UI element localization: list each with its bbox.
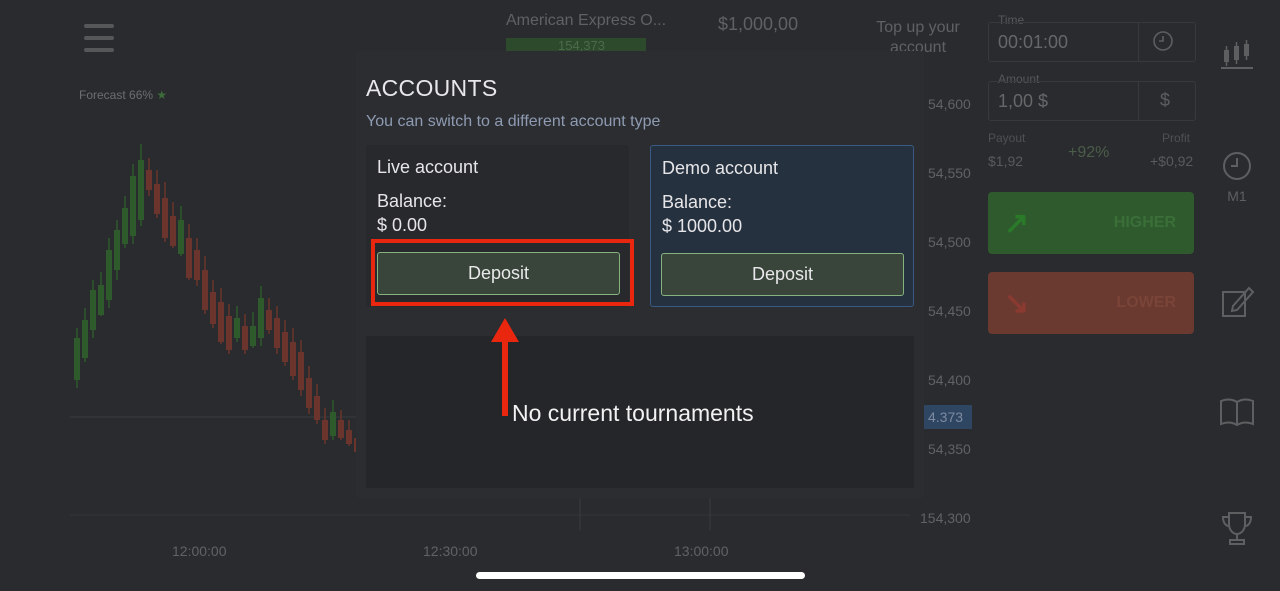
balance-display[interactable]: $1,000,00	[718, 14, 798, 35]
higher-label: HIGHER	[1113, 214, 1176, 231]
candle-body	[322, 420, 328, 440]
candle-body	[154, 184, 160, 214]
candle-body	[250, 326, 256, 346]
modal-title: ACCOUNTS	[366, 75, 498, 101]
profit-value: +$0,92	[1150, 153, 1194, 169]
candle-body	[98, 285, 104, 315]
tournaments-panel: No current tournaments	[366, 336, 914, 488]
candle-body	[346, 430, 352, 444]
higher-button[interactable]: ↗ HIGHER	[988, 192, 1194, 254]
candle-body	[282, 332, 288, 362]
payout-value: $1,92	[988, 153, 1024, 169]
candle-body	[138, 160, 144, 220]
forecast-indicator: Forecast 66% ★	[79, 88, 168, 102]
time-tick-label: 12:00:00	[172, 543, 227, 559]
edit-icon[interactable]	[1217, 284, 1257, 325]
price-tick-label: 54,400	[928, 372, 971, 388]
highlight-box	[371, 239, 634, 306]
candle-body	[210, 292, 216, 324]
candle-body	[306, 378, 312, 408]
home-indicator[interactable]	[476, 572, 805, 579]
lower-label: LOWER	[1116, 294, 1176, 311]
candle-body	[290, 342, 296, 376]
candle-body	[114, 230, 120, 270]
price-tick-label: 54,550	[928, 165, 971, 181]
price-tick-label: 54,350	[928, 441, 971, 457]
asset-name[interactable]: American Express O...	[506, 12, 666, 30]
price-tick-label: 54,600	[928, 96, 971, 112]
candle-body	[122, 208, 128, 244]
payout-percent: +92%	[1068, 144, 1110, 161]
time-tick-label: 12:30:00	[423, 543, 478, 559]
candlestick-icon[interactable]	[1217, 40, 1257, 75]
field-divider	[1138, 22, 1139, 62]
candle-body	[186, 238, 192, 278]
demo-deposit-button[interactable]: Deposit	[661, 253, 904, 296]
candle-body	[82, 320, 88, 358]
price-tick-label: 54,450	[928, 303, 971, 319]
arrow-up-right-icon: ↗	[1004, 207, 1030, 240]
payout-label: Payout	[988, 131, 1026, 145]
menu-icon[interactable]	[84, 24, 114, 52]
lower-button[interactable]: ↘ LOWER	[988, 272, 1194, 334]
candle-body	[146, 170, 152, 190]
candles-group	[74, 144, 360, 454]
candle-body	[234, 318, 240, 338]
asset-change-badge: 154,373	[506, 38, 646, 52]
candle-body	[202, 270, 208, 310]
account-name: Live account	[377, 157, 479, 177]
candle-body	[170, 216, 176, 246]
time-tick-label: 13:00:00	[674, 543, 729, 559]
field-divider	[1138, 81, 1139, 121]
timeframe-clock-icon[interactable]	[1217, 150, 1257, 187]
balance-value: $ 1000.00	[662, 216, 743, 236]
demo-account-card[interactable]: Demo account Balance: $ 1000.00 Deposit	[650, 145, 914, 307]
account-name: Demo account	[662, 158, 779, 178]
balance-label: Balance:	[377, 191, 448, 211]
candle-body	[258, 298, 264, 338]
candle-body	[266, 310, 272, 330]
candle-body	[194, 250, 200, 280]
current-price-badge: 4.373	[924, 405, 972, 429]
trophy-icon[interactable]	[1217, 510, 1257, 553]
tournaments-empty-message: No current tournaments	[512, 400, 754, 426]
time-value[interactable]: 00:01:00	[998, 32, 1068, 53]
price-tick-label: 54,500	[928, 234, 971, 250]
clock-icon[interactable]	[1152, 30, 1174, 57]
price-tick-label: 154,300	[920, 510, 971, 526]
candle-body	[130, 176, 136, 236]
candle-body	[178, 220, 184, 254]
book-icon[interactable]	[1217, 396, 1257, 433]
amount-value[interactable]: 1,00 $	[998, 91, 1048, 112]
balance-label: Balance:	[662, 192, 733, 212]
profit-label: Profit	[1162, 131, 1191, 145]
arrow-down-right-icon: ↘	[1004, 287, 1030, 320]
candle-body	[226, 316, 232, 350]
candle-body	[298, 352, 304, 390]
candle-body	[314, 396, 320, 420]
candle-body	[338, 420, 344, 438]
modal-subtitle: You can switch to a different account ty…	[366, 113, 661, 130]
candle-body	[90, 290, 96, 330]
candle-body	[162, 198, 168, 238]
candle-body	[274, 318, 280, 348]
annotation-arrow-icon	[491, 318, 519, 416]
candle-body	[74, 338, 80, 380]
timeframe-label[interactable]: M1	[1217, 188, 1257, 204]
dollar-icon[interactable]: $	[1160, 90, 1170, 111]
candle-body	[106, 250, 112, 300]
candle-body	[242, 326, 248, 350]
candle-body	[330, 412, 336, 436]
candle-body	[218, 302, 224, 342]
balance-value: $ 0.00	[377, 215, 428, 235]
